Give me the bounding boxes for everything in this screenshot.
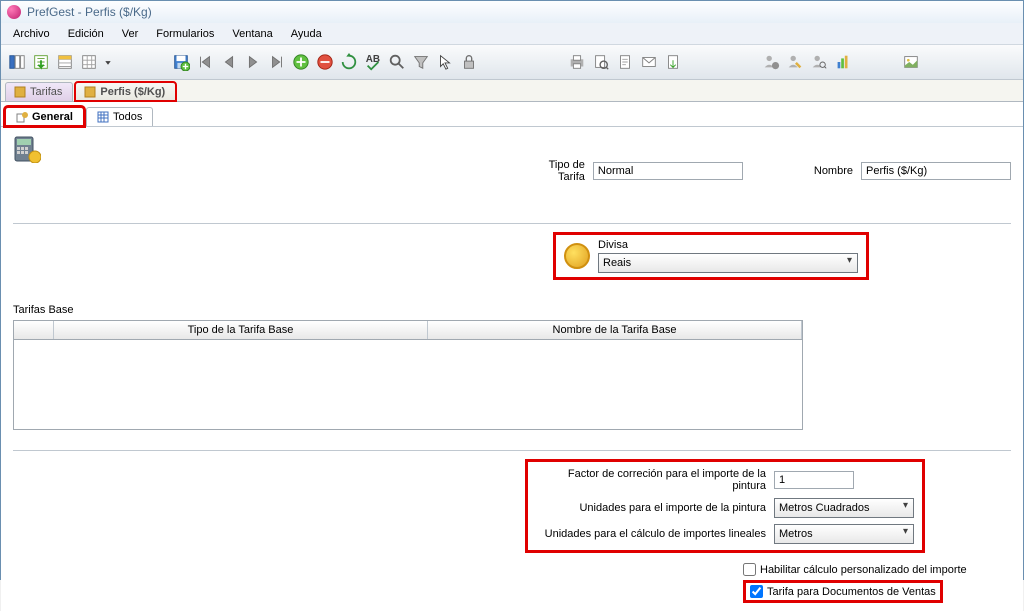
view-list-icon[interactable] bbox=[53, 50, 77, 74]
menu-ayuda[interactable]: Ayuda bbox=[283, 25, 330, 43]
preview-icon[interactable] bbox=[589, 50, 613, 74]
subtab-todos-label: Todos bbox=[113, 111, 142, 123]
table-header-nombre: Nombre de la Tarifa Base bbox=[428, 321, 802, 339]
calculator-icon[interactable] bbox=[13, 135, 41, 163]
menu-ventana[interactable]: Ventana bbox=[224, 25, 280, 43]
highlighted-form-box: Factor de correción para el importe de l… bbox=[525, 459, 925, 553]
tab-perfis[interactable]: Perfis ($/Kg) bbox=[75, 82, 176, 101]
tab-perfis-label: Perfis ($/Kg) bbox=[100, 86, 165, 98]
search-icon[interactable] bbox=[385, 50, 409, 74]
user-gear-icon[interactable] bbox=[759, 50, 783, 74]
habilitar-label: Habilitar cálculo personalizado del impo… bbox=[760, 564, 967, 576]
user-search-icon[interactable] bbox=[807, 50, 831, 74]
add-icon[interactable] bbox=[289, 50, 313, 74]
nav-first-icon[interactable] bbox=[193, 50, 217, 74]
export-doc-icon[interactable] bbox=[661, 50, 685, 74]
sub-tabs: General Todos bbox=[1, 102, 1023, 126]
toolbar-dropdown-icon[interactable] bbox=[101, 50, 115, 74]
row-tipo-nombre: Tipo de Tarifa Nombre bbox=[13, 159, 1011, 183]
row-tarifa-doc: Tarifa para Documentos de Ventas bbox=[743, 580, 943, 603]
title-bar: PrefGest - Perfis ($/Kg) bbox=[1, 1, 1023, 23]
menu-bar: Archivo Edición Ver Formularios Ventana … bbox=[1, 23, 1023, 45]
main-tabs: Tarifas Perfis ($/Kg) bbox=[1, 80, 1023, 102]
view-export-icon[interactable] bbox=[29, 50, 53, 74]
subtab-general[interactable]: General bbox=[5, 107, 84, 126]
mail-icon[interactable] bbox=[637, 50, 661, 74]
stats-icon[interactable] bbox=[831, 50, 855, 74]
nombre-label: Nombre bbox=[814, 165, 853, 177]
image-icon[interactable] bbox=[899, 50, 923, 74]
lock-icon[interactable] bbox=[457, 50, 481, 74]
app-icon bbox=[7, 5, 21, 19]
menu-formularios[interactable]: Formularios bbox=[148, 25, 222, 43]
view-grid-icon[interactable] bbox=[77, 50, 101, 74]
save-icon[interactable] bbox=[169, 50, 193, 74]
factor-input[interactable] bbox=[774, 471, 854, 489]
coin-icon bbox=[564, 243, 590, 269]
tipo-tarifa-label: Tipo de Tarifa bbox=[533, 159, 585, 183]
subtab-general-label: General bbox=[32, 111, 73, 123]
view-columns-icon[interactable] bbox=[5, 50, 29, 74]
row-divisa: Divisa Reais bbox=[553, 232, 1011, 280]
tarifa-doc-checkbox[interactable] bbox=[750, 585, 763, 598]
tarifas-base-label: Tarifas Base bbox=[13, 304, 1011, 316]
divisa-select[interactable]: Reais bbox=[598, 253, 858, 273]
subtab-todos[interactable]: Todos bbox=[86, 107, 153, 126]
filter-icon[interactable] bbox=[409, 50, 433, 74]
toolbar-group-misc bbox=[899, 50, 923, 74]
toolbar-group-nav: AB bbox=[169, 50, 481, 74]
menu-ver[interactable]: Ver bbox=[114, 25, 147, 43]
unid-lineal-label: Unidades para el cálculo de importes lin… bbox=[536, 528, 766, 540]
toolbar-group-print bbox=[565, 50, 685, 74]
table-header-blank bbox=[14, 321, 54, 339]
habilitar-checkbox[interactable] bbox=[743, 563, 756, 576]
toolbar-group-user bbox=[759, 50, 855, 74]
nav-next-icon[interactable] bbox=[241, 50, 265, 74]
printer-icon[interactable] bbox=[565, 50, 589, 74]
tarifas-base-table[interactable]: Tipo de la Tarifa Base Nombre de la Tari… bbox=[13, 320, 803, 430]
divisa-label: Divisa bbox=[598, 239, 858, 251]
refresh-icon[interactable] bbox=[337, 50, 361, 74]
nav-prev-icon[interactable] bbox=[217, 50, 241, 74]
unid-lineal-select[interactable]: Metros bbox=[774, 524, 914, 544]
menu-archivo[interactable]: Archivo bbox=[5, 25, 58, 43]
factor-label: Factor de correción para el importe de l… bbox=[536, 468, 766, 492]
window-title: PrefGest - Perfis ($/Kg) bbox=[27, 5, 152, 19]
toolbar: AB bbox=[1, 45, 1023, 80]
nav-last-icon[interactable] bbox=[265, 50, 289, 74]
tab-tarifas-label: Tarifas bbox=[30, 86, 62, 98]
delete-icon[interactable] bbox=[313, 50, 337, 74]
tab-tarifas[interactable]: Tarifas bbox=[5, 82, 73, 101]
tarifa-doc-label: Tarifa para Documentos de Ventas bbox=[767, 586, 936, 598]
user-edit-icon[interactable] bbox=[783, 50, 807, 74]
unid-pintura-select[interactable]: Metros Cuadrados bbox=[774, 498, 914, 518]
form-area: Tipo de Tarifa Nombre Divisa Reais Tarif… bbox=[1, 126, 1023, 611]
tipo-tarifa-input[interactable] bbox=[593, 162, 743, 180]
document-icon[interactable] bbox=[613, 50, 637, 74]
table-header-tipo: Tipo de la Tarifa Base bbox=[54, 321, 428, 339]
toolbar-group-view bbox=[5, 50, 115, 74]
spellcheck-icon[interactable]: AB bbox=[361, 50, 385, 74]
nombre-input[interactable] bbox=[861, 162, 1011, 180]
menu-edicion[interactable]: Edición bbox=[60, 25, 112, 43]
cursor-icon[interactable] bbox=[433, 50, 457, 74]
row-habilitar: Habilitar cálculo personalizado del impo… bbox=[743, 563, 967, 576]
unid-pintura-label: Unidades para el importe de la pintura bbox=[536, 502, 766, 514]
